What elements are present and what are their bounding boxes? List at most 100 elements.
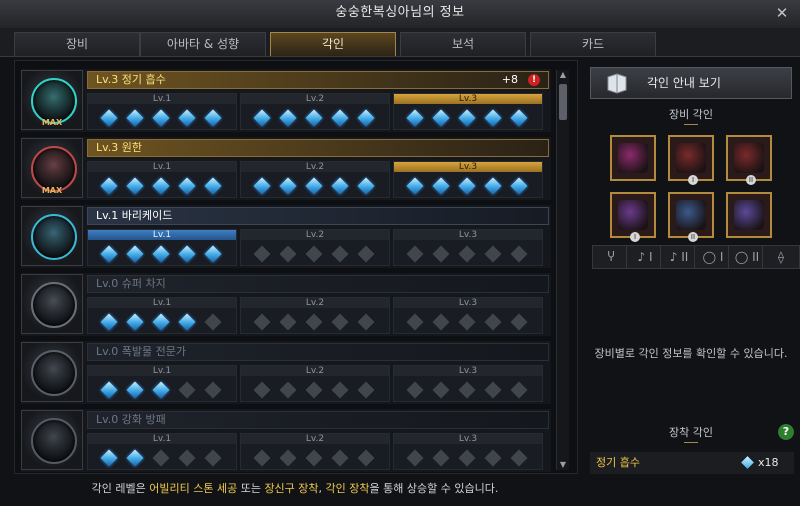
- gem-icon: [152, 381, 170, 399]
- gem-icon: [253, 245, 271, 263]
- max-label: MAX: [41, 118, 63, 127]
- gem-icon: [126, 177, 144, 195]
- engraving-header[interactable]: Lv.0 폭발물 전문가: [87, 343, 549, 361]
- engraving-row: Lv.1 바리케이드 Lv.1 Lv.2 Lv.3: [21, 205, 551, 268]
- slot-filter[interactable]: ◯ I: [694, 245, 732, 269]
- gem-icon: [204, 109, 222, 127]
- tab-bar: 장비 아바타 & 성향 각인 보석 카드: [0, 28, 800, 57]
- equipment-slot[interactable]: I: [610, 192, 656, 242]
- gem-icon: [100, 313, 118, 331]
- equipment-info-text: 장비별로 각인 정보를 확인할 수 있습니다.: [594, 347, 788, 360]
- gem-icon: [484, 245, 502, 263]
- gem-icon: [253, 313, 271, 331]
- level-box: Lv.3: [393, 365, 543, 402]
- level-box: Lv.2: [240, 161, 390, 198]
- portrait-ring: [31, 350, 77, 396]
- equipment-slot[interactable]: I: [668, 135, 714, 185]
- gem-icon: [331, 245, 349, 263]
- gem-icon: [458, 313, 476, 331]
- alert-icon[interactable]: !: [528, 74, 540, 86]
- engraving-header[interactable]: Lv.1 바리케이드: [87, 207, 549, 225]
- tab-3[interactable]: 각인: [270, 32, 396, 56]
- earring-icon: [676, 143, 706, 173]
- tab-4[interactable]: 보석: [400, 32, 526, 56]
- engraving-header[interactable]: Lv.0 슈퍼 차지: [87, 275, 549, 293]
- gem-icon: [357, 381, 375, 399]
- gem-icon: [279, 313, 297, 331]
- tab-1[interactable]: 장비: [14, 32, 140, 56]
- equipment-slot[interactable]: [726, 192, 772, 238]
- level-box: Lv.2: [240, 365, 390, 402]
- level-label: Lv.3: [394, 94, 542, 104]
- engraving-row: MAX Lv.3 원한 Lv.1 Lv.2 Lv.3: [21, 137, 551, 200]
- gem-icon: [484, 313, 502, 331]
- gem-icon: [305, 177, 323, 195]
- equipment-slot[interactable]: [610, 135, 656, 181]
- gem-icon: [279, 177, 297, 195]
- engraving-list-scrollbar[interactable]: ▲ ▼: [556, 70, 569, 470]
- gem-icon: [406, 381, 424, 399]
- gem-icon: [432, 381, 450, 399]
- engraving-title: Lv.0 슈퍼 차지: [96, 277, 166, 290]
- gem-icon: [331, 177, 349, 195]
- level-box: Lv.3: [393, 297, 543, 334]
- tab-2[interactable]: 아바타 & 성향: [140, 32, 266, 56]
- gem-icon: [510, 177, 528, 195]
- gem-icon: [432, 177, 450, 195]
- gem-icon: [406, 177, 424, 195]
- gem-icon: [458, 245, 476, 263]
- slot-filter[interactable]: ⟠: [762, 245, 800, 269]
- gem-icon: [204, 381, 222, 399]
- gem-icon: [432, 449, 450, 467]
- gem-icon: [331, 313, 349, 331]
- engraving-header[interactable]: Lv.3 원한: [87, 139, 549, 157]
- gem-icon: [305, 313, 323, 331]
- engraving-header[interactable]: Lv.3 정기 흡수 +8!: [87, 71, 549, 89]
- footer-text: 또는: [237, 482, 265, 495]
- scroll-down-icon[interactable]: ▼: [557, 460, 569, 470]
- portrait-ring: [31, 214, 77, 260]
- slot-filter[interactable]: ♪ II: [660, 245, 698, 269]
- gem-icon: [126, 381, 144, 399]
- tier-badge: II: [688, 232, 698, 242]
- footer-text: ,: [318, 482, 326, 495]
- engraving-explosive-icon: [21, 342, 83, 402]
- side-panel: 각인 안내 보기 장비 각인 I II I II Ⴤ ♪ I ♪ II ◯ I ◯ II ⟠ 장…: [584, 62, 800, 502]
- gem-icon: [510, 245, 528, 263]
- close-icon[interactable]: ✕: [772, 2, 792, 24]
- gem-icon: [126, 313, 144, 331]
- tab-5[interactable]: 카드: [530, 32, 656, 56]
- engraving-barricade-icon: [21, 206, 83, 266]
- level-label: Lv.1: [88, 366, 236, 376]
- gem-icon: [152, 109, 170, 127]
- equipped-engraving-count: x18: [758, 456, 779, 469]
- scroll-up-icon[interactable]: ▲: [557, 70, 569, 80]
- engraving-grudge-icon: MAX: [21, 138, 83, 198]
- gem-icon: [331, 109, 349, 127]
- level-label: Lv.3: [394, 434, 542, 444]
- help-icon[interactable]: ?: [778, 424, 794, 440]
- equipment-slot[interactable]: II: [726, 135, 772, 185]
- level-box: Lv.3: [393, 93, 543, 130]
- engraving-guide-button[interactable]: 각인 안내 보기: [590, 67, 792, 99]
- level-label: Lv.2: [241, 162, 389, 172]
- gem-icon: [204, 449, 222, 467]
- gem-icon: [253, 381, 271, 399]
- slot-filter[interactable]: Ⴤ: [592, 245, 630, 269]
- scroll-thumb[interactable]: [559, 84, 567, 120]
- slot-filter[interactable]: ◯ II: [728, 245, 766, 269]
- level-label: Lv.1: [88, 94, 236, 104]
- slot-filter[interactable]: ♪ I: [626, 245, 664, 269]
- gem-icon: [406, 449, 424, 467]
- ring-icon: [618, 200, 648, 230]
- gem-icon: [305, 381, 323, 399]
- level-box: Lv.1: [87, 433, 237, 470]
- engraving-header[interactable]: Lv.0 강화 방패: [87, 411, 549, 429]
- level-box: Lv.1: [87, 161, 237, 198]
- gem-icon: [100, 245, 118, 263]
- gem-icon: [484, 177, 502, 195]
- gem-icon: [279, 109, 297, 127]
- equipment-slot[interactable]: II: [668, 192, 714, 242]
- portrait-ring: [31, 418, 77, 464]
- engraving-title: Lv.0 폭발물 전문가: [96, 345, 186, 358]
